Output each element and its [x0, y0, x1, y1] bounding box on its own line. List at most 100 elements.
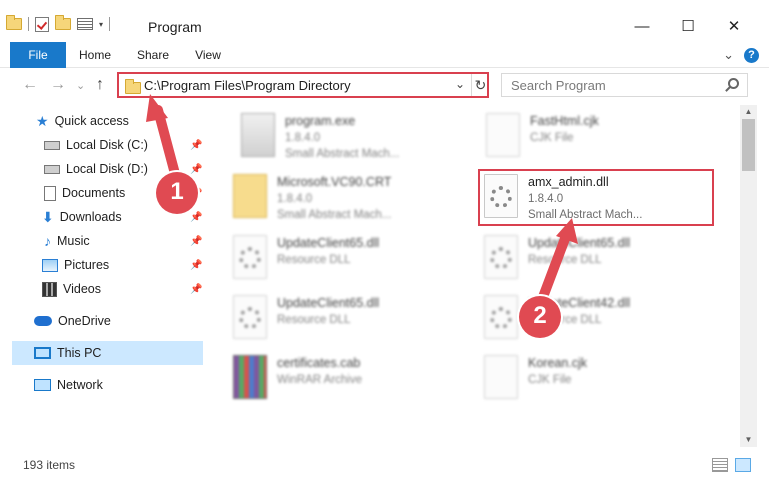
folder-icon — [233, 174, 267, 218]
ribbon: File Home Share View ⌄ ? — [0, 40, 769, 100]
recent-locations-button[interactable]: ⌄ — [76, 79, 85, 92]
sidebar-item-label: Pictures — [64, 258, 110, 272]
help-icon[interactable]: ? — [744, 47, 759, 63]
file-item[interactable]: UpdateClient65.dll Resource DLL — [225, 229, 460, 287]
file-item[interactable]: certificates.cab WinRAR Archive — [225, 349, 460, 407]
search-box[interactable]: Search Program — [501, 73, 748, 97]
sidebar-item-label: Music — [57, 234, 90, 248]
sidebar-item-local-disk-d[interactable]: Local Disk (D:) — [44, 158, 148, 180]
item-count: 193 items — [23, 458, 76, 472]
file-name: FastHtml.cjk — [530, 114, 599, 128]
minimize-button[interactable]: — — [627, 14, 657, 38]
new-folder-icon[interactable] — [55, 15, 71, 30]
sidebar-item-label: OneDrive — [58, 314, 111, 328]
sidebar-item-documents[interactable]: Documents — [44, 182, 125, 204]
file-detail: Small Abstract Mach... — [277, 209, 392, 221]
gear-icon — [239, 307, 261, 329]
forward-button[interactable]: → — [50, 76, 66, 94]
star-icon: ★ — [36, 112, 49, 129]
sidebar-item-label: Downloads — [59, 210, 122, 224]
file-name: UpdateClient65.dll — [528, 236, 631, 250]
vertical-scrollbar[interactable]: ▲ ▼ — [740, 105, 757, 447]
address-dropdown-icon[interactable]: ⌄ — [455, 77, 465, 91]
close-button[interactable]: ✕ — [719, 14, 749, 38]
file-item[interactable]: Korean.cjk CJK File — [476, 349, 711, 407]
sidebar-item-downloads[interactable]: ⬇ Downloads — [42, 206, 122, 228]
sidebar-item-pictures[interactable]: Pictures — [42, 254, 109, 276]
file-item[interactable]: UpdateClient65.dll Resource DLL — [225, 289, 460, 347]
address-bar[interactable]: C:\Program Files\Program Directory ⌄ ↻ — [117, 72, 489, 98]
file-item[interactable]: program.exe 1.8.4.0 Small Abstract Mach.… — [233, 107, 468, 165]
file-detail: Small Abstract Mach... — [285, 148, 400, 160]
properties-check-icon[interactable] — [35, 16, 49, 32]
details-view-icon[interactable] — [712, 458, 728, 472]
sidebar-item-music[interactable]: ♪ Music — [44, 230, 90, 252]
window-title: Program — [148, 19, 202, 35]
pin-icon[interactable]: 📌 — [190, 140, 202, 151]
file-detail: Resource DLL — [277, 254, 351, 266]
file-list: program.exe 1.8.4.0 Small Abstract Mach.… — [203, 105, 740, 447]
refresh-icon[interactable]: ↻ — [471, 74, 489, 96]
file-name: Microsoft.VC90.CRT — [277, 175, 392, 189]
sidebar-item-label: This PC — [57, 346, 102, 360]
file-item[interactable]: UpdateClient42.dll Resource DLL — [476, 289, 711, 347]
view-options-icon[interactable] — [77, 18, 93, 30]
scroll-up-icon[interactable]: ▲ — [740, 105, 757, 119]
sidebar-item-this-pc[interactable]: This PC — [34, 342, 101, 364]
folder-icon[interactable] — [6, 15, 22, 30]
music-icon: ♪ — [44, 233, 51, 249]
gear-icon — [239, 247, 261, 269]
search-icon[interactable] — [728, 78, 739, 89]
sidebar-item-quick-access[interactable]: ★ Quick access — [36, 110, 129, 132]
gear-icon — [490, 247, 512, 269]
file-icon — [484, 355, 518, 399]
tab-share[interactable]: Share — [130, 42, 176, 68]
highlight-box — [478, 169, 714, 226]
pin-icon[interactable]: 📌 — [190, 284, 202, 295]
address-path[interactable]: C:\Program Files\Program Directory — [144, 78, 351, 93]
pin-icon[interactable]: 📌 — [190, 212, 202, 223]
up-button[interactable]: ↑ — [96, 76, 104, 94]
videos-icon — [42, 281, 57, 297]
sidebar-item-videos[interactable]: Videos — [42, 278, 101, 300]
search-input[interactable]: Search Program — [511, 78, 606, 93]
sidebar-item-onedrive[interactable]: OneDrive — [34, 310, 111, 332]
archive-icon — [233, 355, 267, 399]
pin-icon[interactable]: 📌 — [190, 164, 202, 175]
maximize-button[interactable]: ☐ — [673, 14, 703, 38]
file-item[interactable]: UpdateClient65.dll Resource DLL — [476, 229, 711, 287]
quick-access-toolbar: ▾ — [6, 14, 111, 34]
sidebar-item-label: Documents — [62, 186, 126, 200]
sidebar-item-network[interactable]: Network — [34, 374, 103, 396]
sidebar-item-label: Videos — [63, 282, 101, 296]
pin-icon[interactable]: 📌 — [190, 236, 202, 247]
file-detail: CJK File — [528, 374, 572, 386]
sidebar-item-label: Local Disk (C:) — [66, 138, 148, 152]
expand-ribbon-icon[interactable]: ⌄ — [723, 47, 734, 63]
scroll-down-icon[interactable]: ▼ — [740, 433, 757, 447]
pin-icon[interactable]: 📌 — [190, 260, 202, 271]
file-name: UpdateClient65.dll — [277, 236, 380, 250]
file-item[interactable]: FastHtml.cjk CJK File — [478, 107, 713, 165]
dll-gear-icon — [484, 235, 518, 279]
file-name: program.exe — [285, 114, 356, 128]
scroll-thumb[interactable] — [742, 119, 755, 171]
pictures-icon — [42, 258, 58, 272]
file-item[interactable]: Microsoft.VC90.CRT 1.8.4.0 Small Abstrac… — [225, 168, 460, 226]
tab-home[interactable]: Home — [72, 42, 118, 68]
dll-gear-icon — [233, 235, 267, 279]
customize-toolbar-icon[interactable]: ▾ — [99, 20, 103, 29]
address-row: ← → ⌄ ↑ C:\Program Files\Program Directo… — [0, 68, 769, 102]
file-name: UpdateClient65.dll — [277, 296, 380, 310]
dll-gear-icon — [484, 295, 518, 339]
folder-icon — [125, 79, 141, 94]
divider — [109, 17, 111, 31]
sidebar-item-local-disk-c[interactable]: Local Disk (C:) — [44, 134, 148, 156]
callout-badge-2: 2 — [519, 296, 561, 338]
large-icons-view-icon[interactable] — [735, 458, 751, 472]
sidebar-item-label: Local Disk (D:) — [66, 162, 148, 176]
title-bar: ▾ Program — ☐ ✕ — [0, 0, 769, 40]
file-detail: CJK File — [530, 132, 574, 144]
tab-view[interactable]: View — [186, 42, 230, 68]
back-button[interactable]: ← — [22, 76, 38, 94]
